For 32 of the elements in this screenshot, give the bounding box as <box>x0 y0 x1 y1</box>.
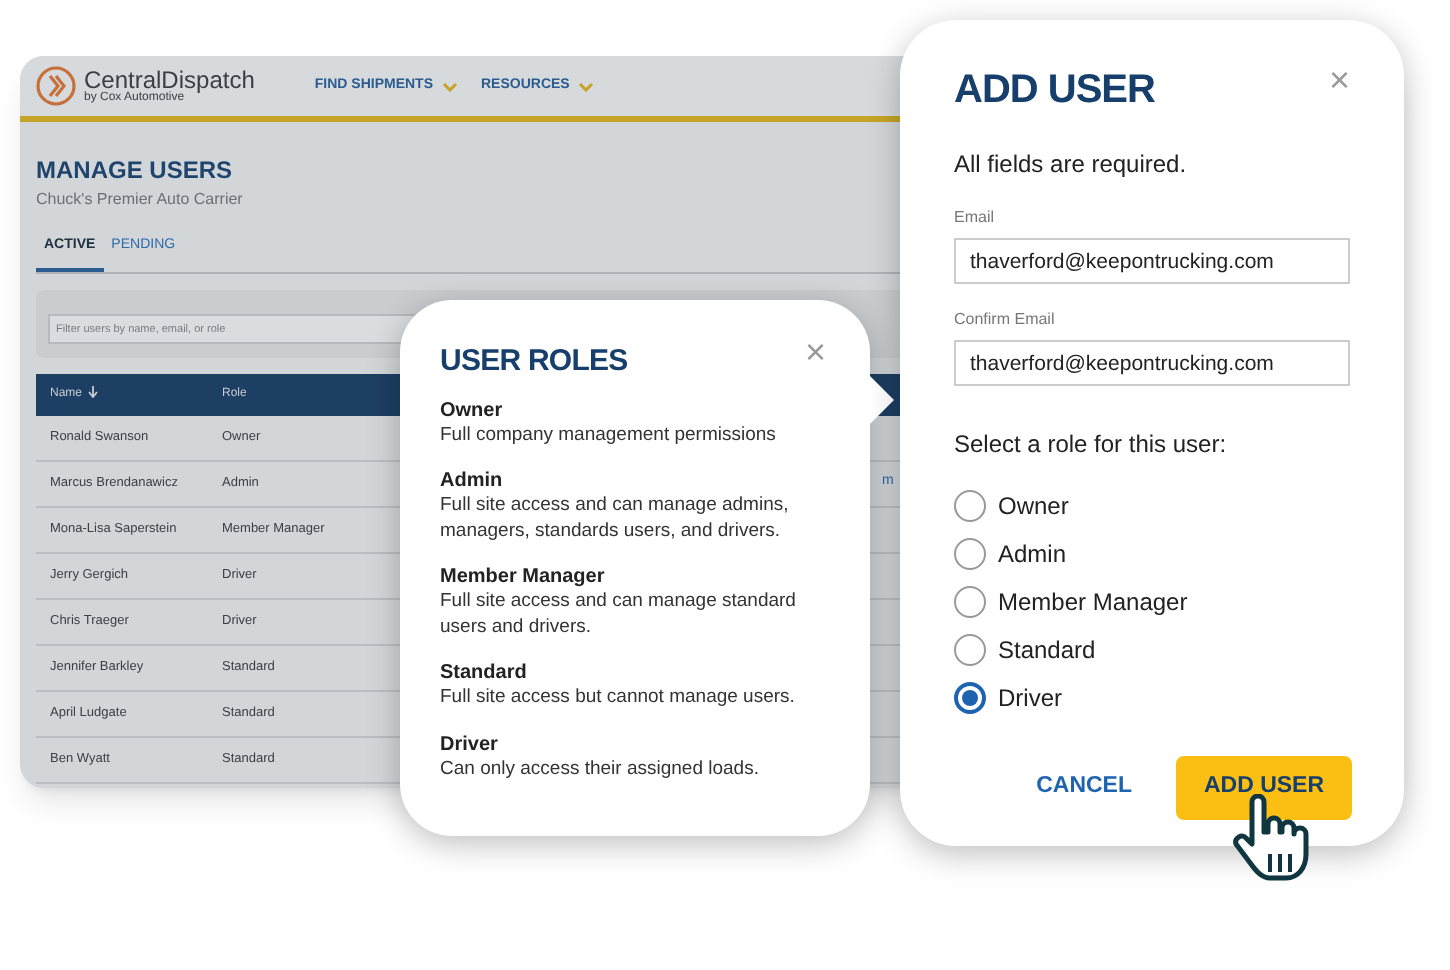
logo-name: CentralDispatch <box>84 68 255 92</box>
required-note: All fields are required. <box>954 148 1189 182</box>
role-description: Full site access and can manage admins, managers, standards users, and drivers. <box>440 494 791 544</box>
chevron-down-icon <box>577 81 594 91</box>
role-radio[interactable]: Member Manager <box>954 582 1350 620</box>
add-user-button[interactable]: ADD USER <box>1176 756 1352 820</box>
sort-arrow-icon <box>88 385 99 398</box>
role-prompt: Select a role for this user: <box>954 428 1229 462</box>
role-name: Admin <box>440 468 505 494</box>
logo-icon <box>36 66 76 106</box>
page-title: MANAGE USERS <box>36 158 233 182</box>
cancel-button[interactable]: CANCEL <box>1036 770 1132 806</box>
role-radio[interactable]: Driver <box>954 678 1350 716</box>
role-description: Full site access but cannot manage users. <box>440 686 797 711</box>
field-label: Confirm Email <box>954 308 1057 332</box>
role-description: Full company management permissions <box>440 423 778 448</box>
role-radio[interactable]: Admin <box>954 534 1350 572</box>
role-description: Full site access and can manage standard users and drivers. <box>440 590 798 640</box>
role-name: Driver <box>440 731 500 757</box>
role-radio[interactable]: Standard <box>954 630 1350 668</box>
role-name: Owner <box>440 397 505 423</box>
page-subtitle: Chuck's Premier Auto Carrier <box>36 188 245 212</box>
dialog-title: ADD USER <box>954 66 1155 116</box>
popup-title: USER ROLES <box>440 342 628 382</box>
email-field[interactable]: thaverford@keepontrucking.com <box>954 238 1350 284</box>
role-radio[interactable]: Owner <box>954 486 1350 524</box>
field-label: Email <box>954 206 997 230</box>
role-description: Can only access their assigned loads. <box>440 757 761 782</box>
role-name: Member Manager <box>440 564 607 590</box>
email-field[interactable]: thaverford@keepontrucking.com <box>954 340 1350 386</box>
role-name: Standard <box>440 660 529 686</box>
chevron-down-icon <box>441 81 457 91</box>
